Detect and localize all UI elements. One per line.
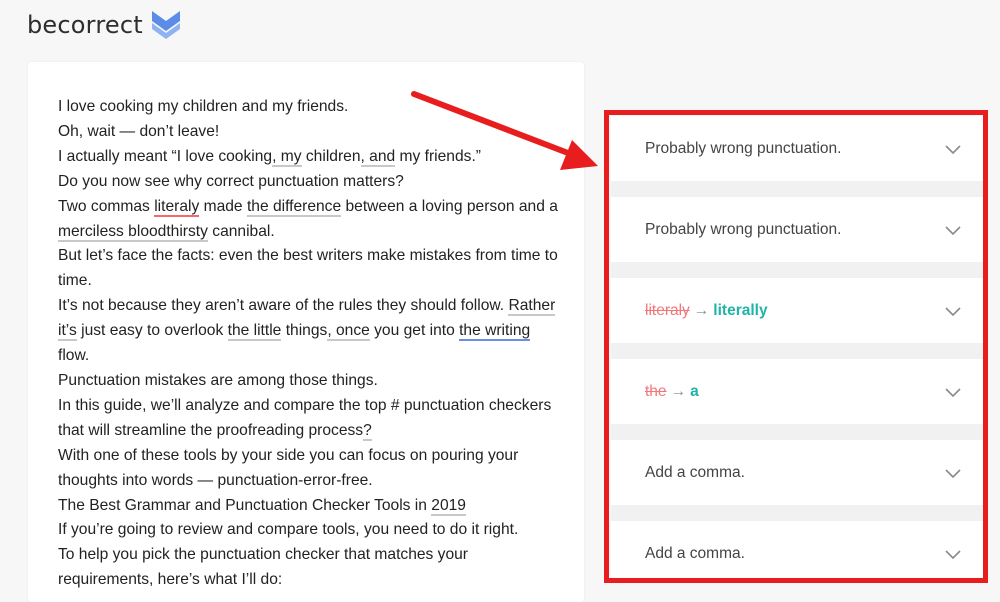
suggestion-card[interactable]: Add a comma. [611, 440, 985, 505]
flagged-text[interactable]: it’s [58, 322, 77, 342]
flagged-text[interactable]: ? [363, 421, 372, 441]
logo-text: becorrect [27, 11, 143, 39]
suggestion-card[interactable]: Probably wrong punctuation. [611, 197, 985, 262]
original-word: literaly [645, 301, 690, 319]
suggestion-card[interactable]: literaly → literally [611, 278, 985, 343]
suggestion-card[interactable]: Add a comma. [611, 521, 985, 579]
text-line: requirements, here’s what I’ll do: [58, 571, 283, 589]
replace-arrow-icon: → [670, 382, 687, 400]
text-line: merciless bloodthirsty cannibal. [58, 222, 275, 242]
text-line: thoughts into words — punctuation-error-… [58, 471, 373, 489]
text-line: Do you now see why correct punctuation m… [58, 172, 404, 190]
flagged-text[interactable]: Rather [508, 297, 556, 317]
text-line: I actually meant “I love cooking, my chi… [58, 147, 481, 167]
text-editor[interactable]: I love cooking my children and my friend… [28, 62, 584, 602]
text-line: time. [58, 272, 92, 290]
spelling-error[interactable]: literaly [154, 197, 200, 217]
flagged-text[interactable]: , once [327, 322, 370, 342]
app-logo[interactable]: becorrect [27, 8, 183, 42]
flagged-text[interactable]: the little [227, 322, 282, 342]
suggestion-message: Add a comma. [645, 463, 745, 481]
text-line: that will streamline the proofreading pr… [58, 421, 372, 441]
text-line: If you’re going to review and compare to… [58, 521, 519, 539]
flagged-text[interactable]: , and [360, 147, 396, 167]
flagged-text[interactable]: 2019 [431, 496, 466, 516]
suggestion-message: Probably wrong punctuation. [645, 220, 842, 238]
text-line: With one of these tools by your side you… [58, 446, 519, 464]
original-word: the [645, 382, 667, 400]
chevron-down-icon[interactable] [945, 466, 961, 480]
suggestion-card[interactable]: Probably wrong punctuation. [611, 116, 985, 181]
flagged-text[interactable]: the difference [246, 197, 342, 217]
text-line: The Best Grammar and Punctuation Checker… [58, 496, 466, 516]
flagged-text[interactable]: merciless bloodthirsty [58, 222, 208, 242]
text-line: To help you pick the punctuation checker… [58, 546, 469, 564]
style-suggestion-text[interactable]: the writing [459, 322, 531, 342]
text-line: flow. [58, 347, 90, 365]
replacement-word[interactable]: a [690, 383, 699, 401]
editor-content[interactable]: I love cooking my children and my friend… [58, 95, 563, 593]
check-chevron-logo-icon [151, 11, 180, 39]
suggestion-card[interactable]: the → a [611, 359, 985, 424]
text-line: I love cooking my children and my friend… [58, 98, 349, 115]
text-line: Punctuation mistakes are among those thi… [58, 371, 378, 389]
chevron-down-icon[interactable] [945, 385, 961, 399]
chevron-down-icon[interactable] [945, 223, 961, 237]
chevron-down-icon[interactable] [945, 304, 961, 318]
suggestion-message: Probably wrong punctuation. [645, 139, 842, 157]
text-line: In this guide, we’ll analyze and compare… [58, 396, 552, 414]
replace-arrow-icon: → [693, 301, 710, 319]
text-line: Oh, wait — don’t leave! [58, 122, 220, 140]
flagged-text[interactable]: , my [272, 147, 302, 167]
text-line: it’s just easy to overlook the little th… [58, 322, 531, 342]
text-line: But let’s face the facts: even the best … [58, 247, 558, 265]
suggestion-message: Add a comma. [645, 544, 745, 562]
text-line: It’s not because they aren’t aware of th… [58, 297, 556, 317]
chevron-down-icon[interactable] [945, 547, 961, 561]
replacement-word[interactable]: literally [713, 302, 767, 320]
text-line: Two commas literaly made the difference … [58, 197, 558, 217]
suggestions-panel: Probably wrong punctuation. Probably wro… [611, 116, 985, 579]
chevron-down-icon[interactable] [945, 142, 961, 156]
